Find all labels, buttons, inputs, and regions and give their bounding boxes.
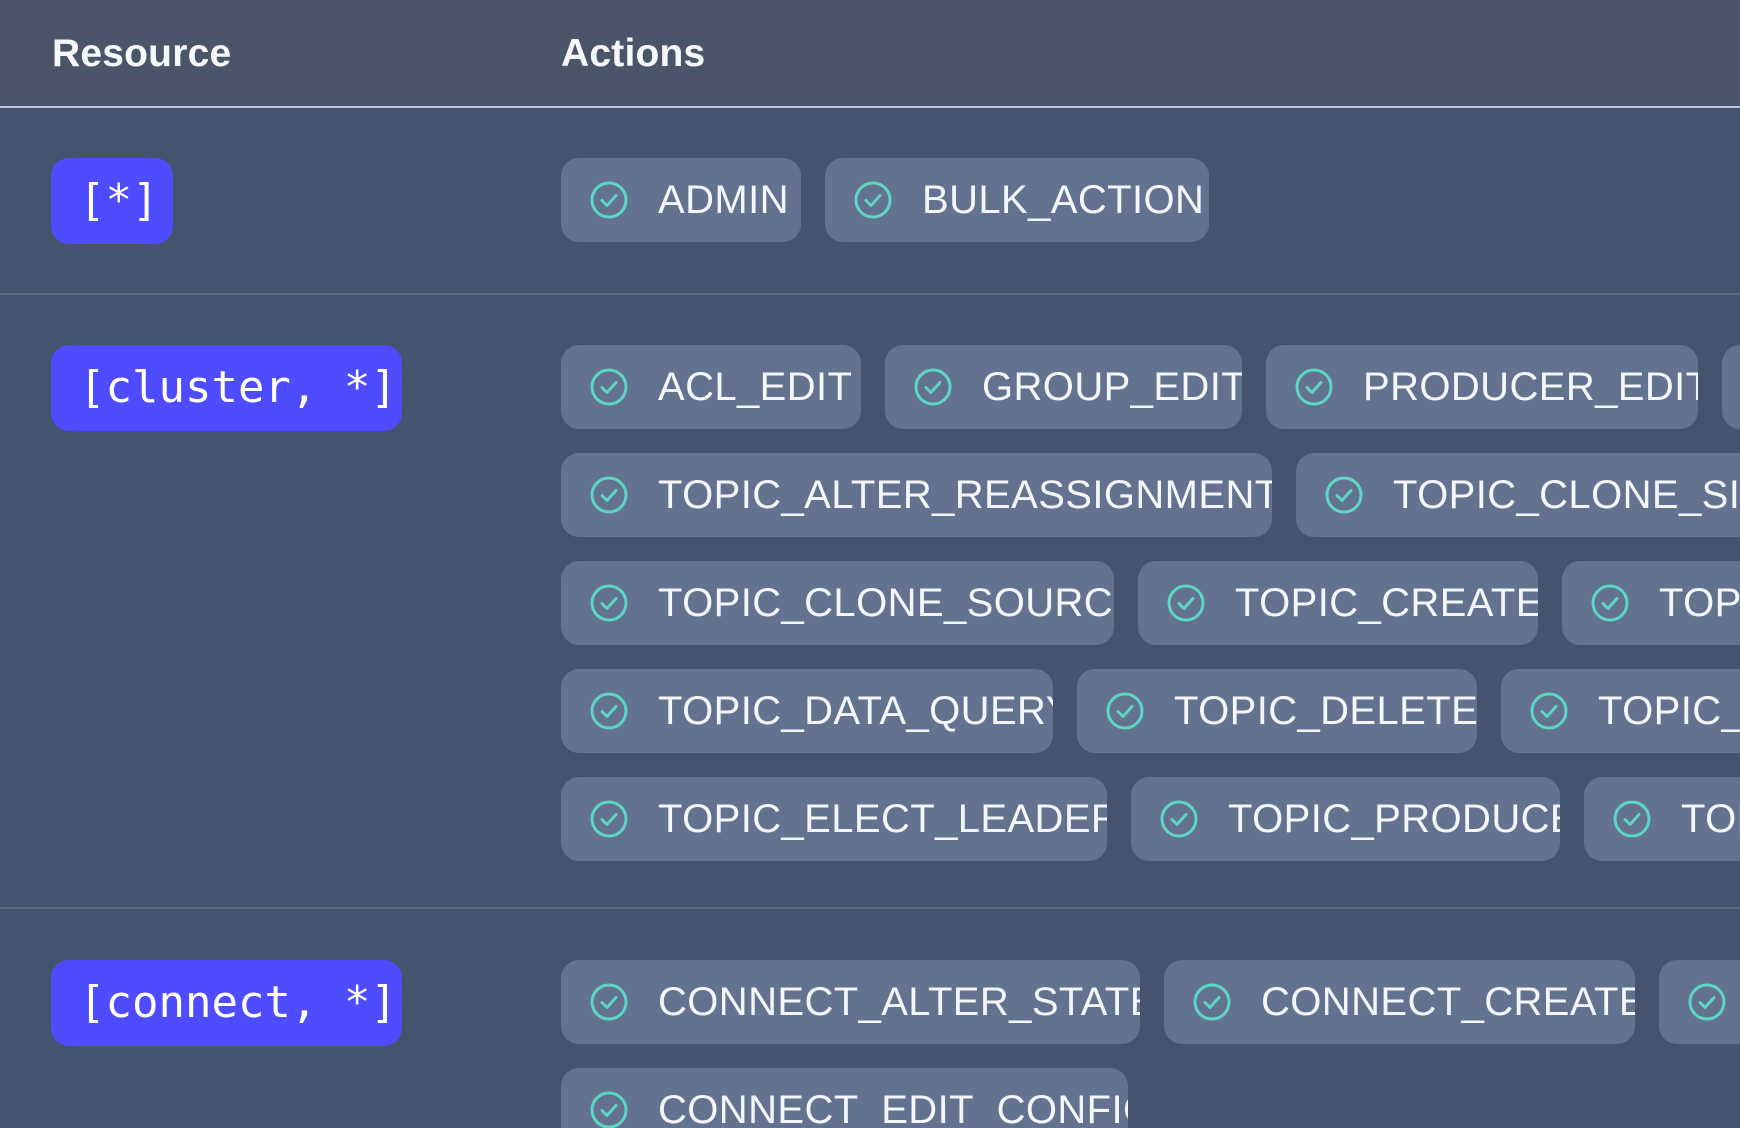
check-circle-icon bbox=[1167, 584, 1205, 622]
action-label: TOPIC_DATA_QUERY bbox=[658, 689, 1053, 733]
action-chip-topic-data-query: TOPIC_DATA_QUERY bbox=[561, 669, 1053, 753]
action-label: TOPI bbox=[1659, 581, 1740, 625]
resource-badge: [*] bbox=[51, 158, 173, 244]
action-label: BULK_ACTION bbox=[922, 178, 1205, 222]
action-label: PRODUCER_EDIT bbox=[1363, 365, 1698, 409]
action-chip-connect-alter-state: CONNECT_ALTER_STATE bbox=[561, 960, 1140, 1044]
action-chip-topic-clone-sink: TOPIC_CLONE_SINI bbox=[1296, 453, 1740, 537]
action-chip-topic-delete: TOPIC_DELETE bbox=[1077, 669, 1477, 753]
table-row: [*] ADMIN BULK_ACTION bbox=[0, 108, 1740, 291]
check-circle-icon bbox=[590, 800, 628, 838]
action-label: TOPIC_PRODUCE bbox=[1228, 797, 1560, 841]
check-circle-icon bbox=[914, 368, 952, 406]
resource-column-header: Resource bbox=[52, 32, 232, 75]
action-label: TOPIC_CLONE_SINI bbox=[1393, 473, 1740, 517]
action-label: TOPIC_CLONE_SOURCE bbox=[658, 581, 1114, 625]
action-chip-topic-partial: TOF bbox=[1584, 777, 1740, 861]
check-circle-icon bbox=[854, 181, 892, 219]
check-circle-icon bbox=[590, 181, 628, 219]
check-circle-icon bbox=[1106, 692, 1144, 730]
action-label: CONNECT_ALTER_STATE bbox=[658, 980, 1140, 1024]
action-chip-producer-edit: PRODUCER_EDIT bbox=[1266, 345, 1698, 429]
action-chip-bulk-action: BULK_ACTION bbox=[825, 158, 1209, 242]
check-circle-icon bbox=[590, 692, 628, 730]
table-row: [connect, *] CONNECT_ALTER_STATE CONNECT… bbox=[0, 909, 1740, 1128]
action-label: TOPIC_DELETE bbox=[1174, 689, 1477, 733]
action-label: TOPIC_E bbox=[1598, 689, 1740, 733]
action-chip-group-edit: GROUP_EDIT bbox=[885, 345, 1242, 429]
resource-badge: [cluster, *] bbox=[51, 345, 402, 431]
check-circle-icon bbox=[1193, 983, 1231, 1021]
check-circle-icon bbox=[590, 1091, 628, 1128]
action-label: TOPIC_ALTER_REASSIGNMENTS bbox=[658, 473, 1272, 517]
action-label: ADMIN bbox=[658, 178, 789, 222]
action-chip-topic-partial: TOPI bbox=[1562, 561, 1740, 645]
check-circle-icon bbox=[590, 476, 628, 514]
action-chip-partial bbox=[1659, 960, 1740, 1044]
action-label: CONNECT_EDIT_CONFIG bbox=[658, 1088, 1128, 1128]
action-chip-topic-produce: TOPIC_PRODUCE bbox=[1131, 777, 1560, 861]
action-chip-topic-create: TOPIC_CREATE bbox=[1138, 561, 1538, 645]
permissions-table: Resource Actions [*] ADMIN BULK_ACTION [… bbox=[0, 0, 1740, 1128]
check-circle-icon bbox=[1688, 983, 1726, 1021]
table-row: [cluster, *] ACL_EDIT GROUP_EDIT PRODUCE… bbox=[0, 295, 1740, 907]
check-circle-icon bbox=[1530, 692, 1568, 730]
action-chip-topic-clone-source: TOPIC_CLONE_SOURCE bbox=[561, 561, 1114, 645]
action-label: CONNECT_CREATE bbox=[1261, 980, 1635, 1024]
check-circle-icon bbox=[1160, 800, 1198, 838]
action-label: TOPIC_ELECT_LEADER bbox=[658, 797, 1107, 841]
action-label: GROUP_EDIT bbox=[982, 365, 1242, 409]
action-label: ACL_EDIT bbox=[658, 365, 853, 409]
table-header: Resource Actions bbox=[0, 0, 1740, 108]
check-circle-icon bbox=[1295, 368, 1333, 406]
resource-badge: [connect, *] bbox=[51, 960, 402, 1046]
action-chip-topic-partial: TOPIC_E bbox=[1501, 669, 1740, 753]
check-circle-icon bbox=[590, 983, 628, 1021]
action-chip-acl-edit: ACL_EDIT bbox=[561, 345, 861, 429]
action-chip-connect-edit-config: CONNECT_EDIT_CONFIG bbox=[561, 1068, 1128, 1128]
action-chip-connect-create: CONNECT_CREATE bbox=[1164, 960, 1635, 1044]
check-circle-icon bbox=[590, 368, 628, 406]
actions-column-header: Actions bbox=[561, 32, 706, 75]
action-chip-admin: ADMIN bbox=[561, 158, 801, 242]
check-circle-icon bbox=[590, 584, 628, 622]
action-chip-partial bbox=[1722, 345, 1740, 429]
check-circle-icon bbox=[1613, 800, 1651, 838]
check-circle-icon bbox=[1591, 584, 1629, 622]
action-chip-topic-elect-leader: TOPIC_ELECT_LEADER bbox=[561, 777, 1107, 861]
action-chip-topic-alter-reassignments: TOPIC_ALTER_REASSIGNMENTS bbox=[561, 453, 1272, 537]
action-label: TOF bbox=[1681, 797, 1740, 841]
check-circle-icon bbox=[1325, 476, 1363, 514]
action-label: TOPIC_CREATE bbox=[1235, 581, 1538, 625]
